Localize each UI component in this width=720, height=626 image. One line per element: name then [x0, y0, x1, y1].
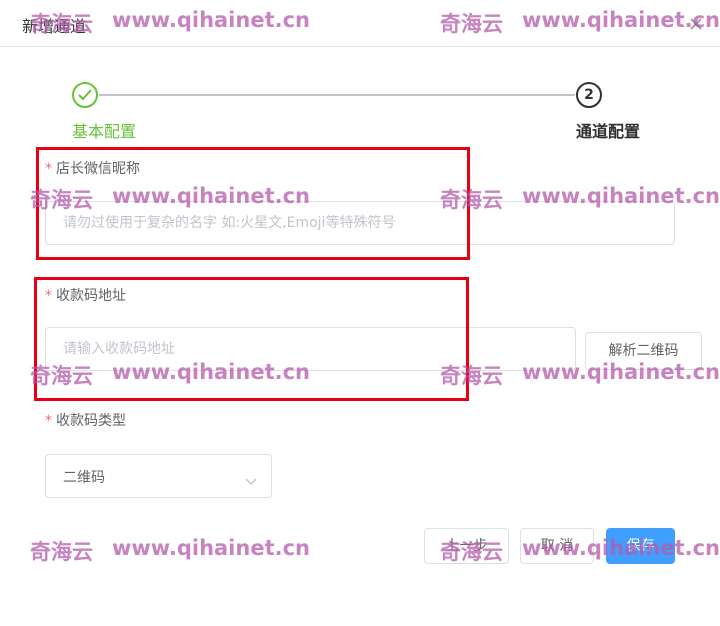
qrcode-type-select[interactable]: 二维码 — [45, 454, 272, 498]
steps-bar: 2 基本配置 通道配置 — [0, 70, 720, 150]
chevron-down-icon — [245, 471, 257, 490]
step-2-label: 通道配置 — [576, 122, 641, 141]
dialog-header: 新增通道 — [0, 0, 720, 47]
step-connector — [99, 94, 575, 96]
parse-qrcode-button[interactable]: 解析二维码 — [585, 332, 702, 370]
highlight-box-qrcode-url — [34, 277, 469, 401]
dialog-title: 新增通道 — [22, 17, 87, 36]
qrcode-type-label-text: 收款码类型 — [56, 413, 126, 429]
cancel-button[interactable]: 取 消 — [520, 528, 594, 564]
save-button[interactable]: 保存 — [606, 528, 675, 564]
step-1-label: 基本配置 — [72, 122, 137, 141]
prev-step-button[interactable]: 上一步 — [424, 528, 509, 564]
required-mark: * — [45, 413, 52, 429]
add-channel-dialog: 新增通道 2 基本配置 通道配置 *店长微信昵称 *收款码地址 解析二维码 *收… — [0, 0, 720, 626]
highlight-box-nickname — [36, 147, 470, 260]
watermark-brand: 奇海云 — [30, 540, 93, 564]
watermark-url: www.qihainet.cn — [112, 536, 310, 560]
step-1-done-indicator — [72, 82, 98, 108]
step-2-number: 2 — [576, 82, 602, 108]
close-icon[interactable] — [688, 16, 704, 32]
qrcode-type-label: * 收款码类型 — [45, 410, 126, 430]
check-icon — [78, 89, 92, 101]
qrcode-type-selected: 二维码 — [63, 470, 105, 486]
